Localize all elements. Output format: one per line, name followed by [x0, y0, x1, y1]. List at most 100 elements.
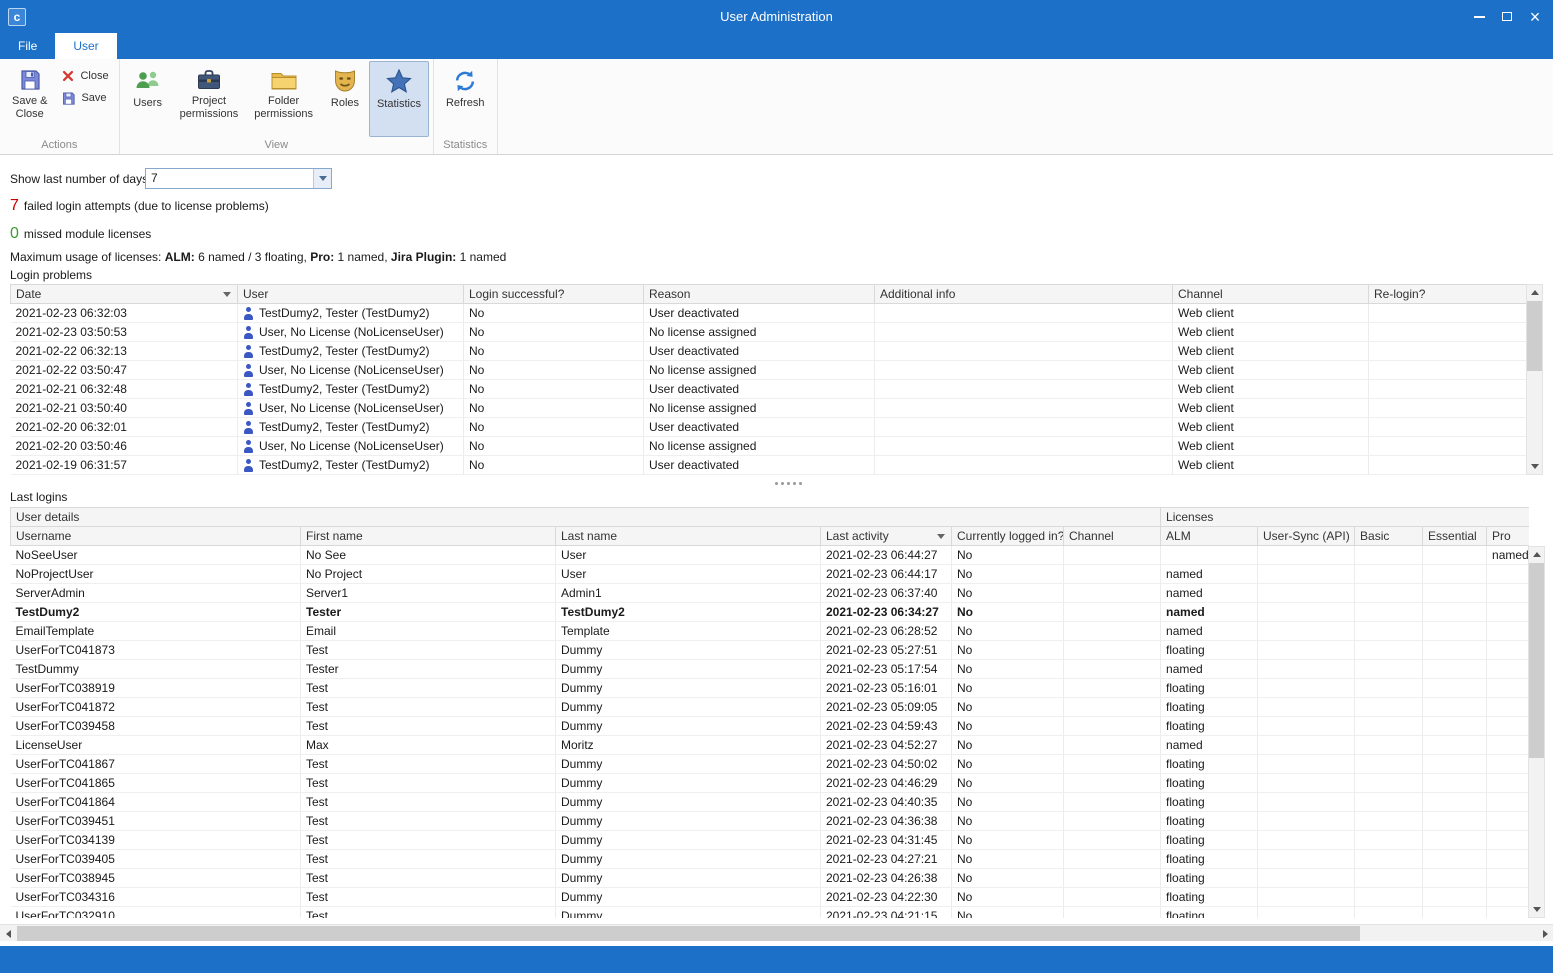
cell[interactable]: 2021-02-23 05:16:01	[821, 679, 952, 698]
table-row[interactable]: TestDumy2TesterTestDumy22021-02-23 06:34…	[11, 603, 1530, 622]
cell[interactable]: User, No License (NoLicenseUser)	[238, 361, 464, 380]
column-header[interactable]: Date	[11, 285, 238, 304]
cell[interactable]	[1487, 774, 1529, 793]
cell[interactable]: UserForTC038945	[11, 869, 301, 888]
cell[interactable]: Dummy	[556, 888, 821, 907]
cell[interactable]	[875, 361, 1173, 380]
cell[interactable]	[1064, 850, 1161, 869]
cell[interactable]: No	[464, 437, 644, 456]
cell[interactable]: UserForTC041865	[11, 774, 301, 793]
cell[interactable]: No	[952, 584, 1064, 603]
cell[interactable]: No	[952, 793, 1064, 812]
cell[interactable]: Test	[301, 869, 556, 888]
days-combobox[interactable]: 7	[145, 168, 332, 189]
cell[interactable]: named	[1161, 660, 1258, 679]
cell[interactable]: Web client	[1173, 304, 1369, 323]
cell[interactable]: No See	[301, 546, 556, 565]
cell[interactable]	[1064, 546, 1161, 565]
cell[interactable]	[1487, 565, 1529, 584]
cell[interactable]: TestDummy	[11, 660, 301, 679]
cell[interactable]: TestDumy2	[11, 603, 301, 622]
cell[interactable]: 2021-02-23 05:09:05	[821, 698, 952, 717]
cell[interactable]: Dummy	[556, 755, 821, 774]
table-row[interactable]: 2021-02-23 03:50:53User, No License (NoL…	[11, 323, 1528, 342]
cell[interactable]: floating	[1161, 812, 1258, 831]
cell[interactable]: 2021-02-23 06:32:03	[11, 304, 238, 323]
cell[interactable]	[1064, 698, 1161, 717]
column-header[interactable]: Essential	[1423, 527, 1487, 546]
cell[interactable]: 2021-02-23 06:34:27	[821, 603, 952, 622]
cell[interactable]: 2021-02-23 06:37:40	[821, 584, 952, 603]
cell[interactable]: 2021-02-23 06:28:52	[821, 622, 952, 641]
cell[interactable]: Test	[301, 831, 556, 850]
cell[interactable]: UserForTC034139	[11, 831, 301, 850]
cell[interactable]: 2021-02-23 03:50:53	[11, 323, 238, 342]
cell[interactable]: No	[464, 456, 644, 475]
cell[interactable]	[1258, 755, 1355, 774]
cell[interactable]: No	[464, 380, 644, 399]
cell[interactable]: TestDumy2, Tester (TestDumy2)	[238, 418, 464, 437]
cell[interactable]	[1258, 660, 1355, 679]
cell[interactable]: Dummy	[556, 717, 821, 736]
cell[interactable]	[1355, 755, 1423, 774]
cell[interactable]	[875, 418, 1173, 437]
cell[interactable]: floating	[1161, 850, 1258, 869]
cell[interactable]: floating	[1161, 831, 1258, 850]
cell[interactable]: 2021-02-23 06:44:17	[821, 565, 952, 584]
table-row[interactable]: ServerAdminServer1Admin12021-02-23 06:37…	[11, 584, 1530, 603]
splitter-handle[interactable]	[0, 480, 1553, 486]
cell[interactable]	[1487, 717, 1529, 736]
cell[interactable]	[1487, 698, 1529, 717]
cell[interactable]: Tester	[301, 660, 556, 679]
cell[interactable]	[1258, 907, 1355, 919]
cell[interactable]: 2021-02-23 04:40:35	[821, 793, 952, 812]
cell[interactable]: Web client	[1173, 456, 1369, 475]
cell[interactable]	[1423, 812, 1487, 831]
cell[interactable]	[1487, 603, 1529, 622]
table-row[interactable]: UserForTC034316TestDummy2021-02-23 04:22…	[11, 888, 1530, 907]
scrollbar-thumb[interactable]	[17, 926, 1360, 941]
cell[interactable]	[1355, 736, 1423, 755]
cell[interactable]	[1355, 793, 1423, 812]
cell[interactable]	[1369, 304, 1528, 323]
cell[interactable]	[1258, 774, 1355, 793]
cell[interactable]: TestDumy2, Tester (TestDumy2)	[238, 342, 464, 361]
cell[interactable]	[1423, 793, 1487, 812]
cell[interactable]	[1064, 774, 1161, 793]
column-header[interactable]: Login successful?	[464, 285, 644, 304]
cell[interactable]: NoSeeUser	[11, 546, 301, 565]
cell[interactable]	[1258, 717, 1355, 736]
cell[interactable]	[1258, 736, 1355, 755]
table-row[interactable]: UserForTC038919TestDummy2021-02-23 05:16…	[11, 679, 1530, 698]
cell[interactable]	[1355, 603, 1423, 622]
cell[interactable]	[1064, 755, 1161, 774]
cell[interactable]: No	[952, 888, 1064, 907]
cell[interactable]: Test	[301, 641, 556, 660]
cell[interactable]	[1064, 736, 1161, 755]
cell[interactable]	[1064, 907, 1161, 919]
cell[interactable]	[1258, 812, 1355, 831]
cell[interactable]: Server1	[301, 584, 556, 603]
scroll-left-button[interactable]	[0, 926, 16, 941]
cell[interactable]: UserForTC039405	[11, 850, 301, 869]
cell[interactable]: No	[952, 850, 1064, 869]
scroll-down-button[interactable]	[1527, 459, 1542, 474]
cell[interactable]: No	[952, 736, 1064, 755]
table-row[interactable]: UserForTC039458TestDummy2021-02-23 04:59…	[11, 717, 1530, 736]
cell[interactable]: named	[1161, 584, 1258, 603]
cell[interactable]: Dummy	[556, 679, 821, 698]
cell[interactable]	[1258, 641, 1355, 660]
cell[interactable]	[875, 323, 1173, 342]
refresh-button[interactable]: Refresh	[438, 61, 493, 137]
table-row[interactable]: 2021-02-19 06:31:57TestDumy2, Tester (Te…	[11, 456, 1528, 475]
table-row[interactable]: 2021-02-21 03:50:40User, No License (NoL…	[11, 399, 1528, 418]
cell[interactable]	[1355, 622, 1423, 641]
cell[interactable]: Test	[301, 679, 556, 698]
cell[interactable]: Test	[301, 793, 556, 812]
table-row[interactable]: 2021-02-20 06:32:01TestDumy2, Tester (Te…	[11, 418, 1528, 437]
cell[interactable]: Dummy	[556, 660, 821, 679]
cell[interactable]: No	[952, 546, 1064, 565]
cell[interactable]	[1258, 584, 1355, 603]
column-header[interactable]: Channel	[1173, 285, 1369, 304]
cell[interactable]: UserForTC034316	[11, 888, 301, 907]
